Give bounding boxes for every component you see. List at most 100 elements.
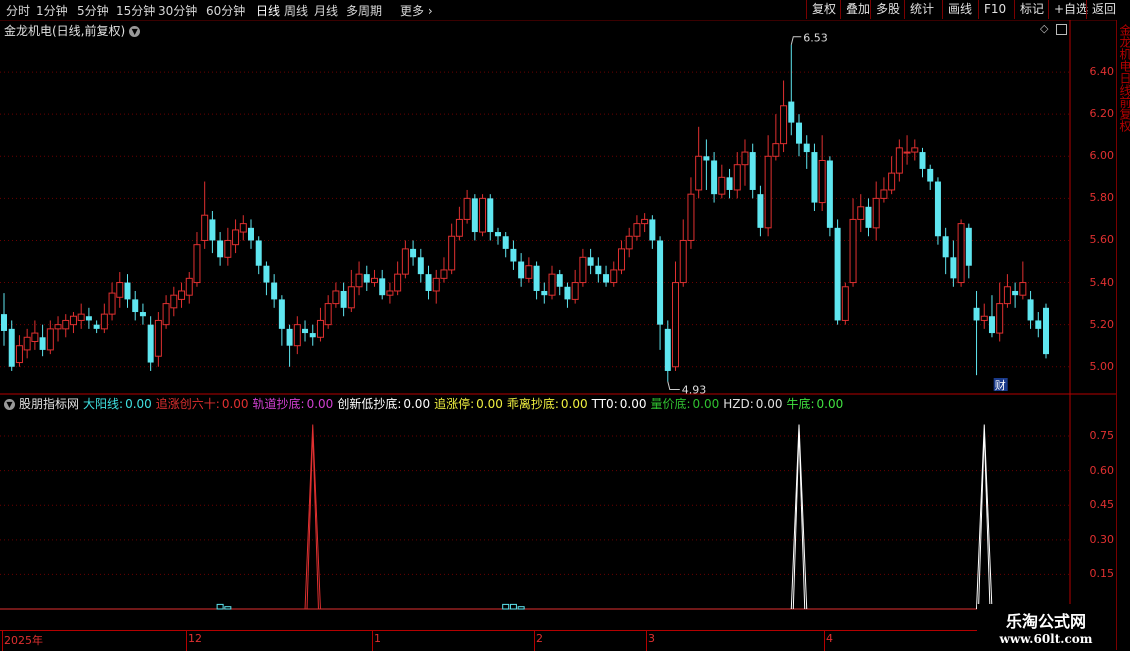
toolbar-button-3[interactable]: 统计 bbox=[904, 0, 939, 19]
timeframe-tab-4[interactable]: 30分钟 bbox=[158, 2, 197, 19]
candle bbox=[703, 139, 710, 190]
candle bbox=[69, 312, 77, 334]
timeframe-tab-10[interactable]: 更多 › bbox=[400, 2, 433, 19]
candle bbox=[826, 156, 833, 237]
candle bbox=[100, 303, 108, 334]
candle bbox=[564, 282, 571, 308]
candle bbox=[15, 335, 23, 367]
candle bbox=[139, 303, 146, 325]
timeframe-tab-5[interactable]: 60分钟 bbox=[206, 2, 245, 19]
candle bbox=[934, 177, 941, 245]
indicator-bar-mark bbox=[216, 603, 224, 610]
candle bbox=[224, 227, 232, 266]
candle bbox=[571, 269, 579, 304]
candle bbox=[788, 44, 795, 136]
candle bbox=[818, 135, 826, 211]
candle bbox=[872, 181, 880, 241]
candle bbox=[996, 282, 1004, 342]
timeframe-tab-7[interactable]: 周线 bbox=[284, 2, 308, 19]
candle bbox=[394, 261, 402, 296]
indicator-y-tick-label: 0.15 bbox=[1089, 567, 1115, 581]
y-tick-label: 5.80 bbox=[1089, 191, 1115, 205]
candle bbox=[410, 240, 417, 266]
timeframe-tab-9[interactable]: 多周期 bbox=[346, 2, 382, 19]
indicator-name: 股朋指标网 bbox=[19, 397, 80, 411]
candles bbox=[1, 44, 1049, 382]
candle bbox=[988, 295, 995, 338]
date-label: 1 bbox=[374, 632, 381, 645]
indicator-y-tick-label: 0.45 bbox=[1089, 498, 1115, 512]
indicator-item-6: TT0: 0.00 bbox=[592, 397, 647, 411]
candle bbox=[255, 236, 262, 275]
candle bbox=[278, 295, 285, 346]
price-annotations: 6.534.93 财 bbox=[667, 32, 1008, 396]
y-tick-label: 6.20 bbox=[1089, 107, 1115, 121]
candle bbox=[942, 227, 949, 275]
timeframe-tab-3[interactable]: 15分钟 bbox=[116, 2, 155, 19]
candle bbox=[603, 265, 610, 287]
indicator-bar-mark bbox=[517, 606, 525, 610]
candle bbox=[695, 126, 703, 199]
indicator-item-9: 牛底: 0.00 bbox=[786, 397, 843, 411]
indicator-item-value: 0.00 bbox=[125, 397, 152, 411]
candle bbox=[425, 265, 432, 300]
timeframe-tab-1[interactable]: 1分钟 bbox=[36, 2, 68, 19]
date-tick bbox=[534, 631, 535, 651]
high-marker bbox=[790, 36, 802, 45]
indicator-grid bbox=[0, 435, 1070, 575]
candle bbox=[154, 312, 162, 367]
watermark-line2: www.60lt.com bbox=[999, 632, 1093, 646]
candle bbox=[548, 265, 556, 300]
candle bbox=[733, 152, 741, 199]
candle bbox=[46, 320, 54, 355]
candle bbox=[1, 293, 7, 346]
indicator-item-label: 创新低抄底: bbox=[337, 397, 402, 411]
date-tick bbox=[824, 631, 825, 651]
indicator-peak bbox=[304, 424, 321, 610]
toolbar-button-8[interactable]: 返回 bbox=[1086, 0, 1121, 19]
y-tick-label: 5.60 bbox=[1089, 233, 1115, 247]
indicator-bar-mark bbox=[502, 603, 510, 610]
candle bbox=[849, 198, 857, 287]
timeframe-tab-8[interactable]: 月线 bbox=[314, 2, 338, 19]
candle bbox=[950, 240, 957, 287]
toolbar-button-5[interactable]: F10 bbox=[978, 0, 1011, 19]
toolbar-button-2[interactable]: 多股 bbox=[870, 0, 905, 19]
candle bbox=[263, 261, 270, 296]
indicator-item-label: 追涨停: bbox=[434, 397, 475, 411]
toolbar-button-6[interactable]: 标记 bbox=[1014, 0, 1049, 19]
candle bbox=[741, 139, 749, 186]
candle bbox=[679, 219, 687, 287]
watermark-line1: 乐淘公式网 bbox=[1005, 612, 1086, 631]
date-tick bbox=[186, 631, 187, 651]
candle bbox=[417, 248, 424, 283]
indicator-item-label: HZD: bbox=[723, 397, 754, 411]
candle bbox=[711, 152, 718, 203]
timeframe-tab-2[interactable]: 5分钟 bbox=[77, 2, 109, 19]
indicator-bar: ▼ 股朋指标网 大阳线: 0.00 追涨创六十: 0.00 轨道抄底: 0.00 创新低抄底: 0… bbox=[0, 395, 1070, 411]
y-tick-label: 5.40 bbox=[1089, 275, 1115, 289]
candle bbox=[502, 232, 509, 258]
candle bbox=[347, 269, 355, 313]
timeframe-tab-0[interactable]: 分时 bbox=[6, 2, 30, 19]
candle bbox=[170, 286, 178, 317]
candle bbox=[494, 227, 501, 245]
candle bbox=[8, 320, 15, 371]
toolbar-button-0[interactable]: 复权 bbox=[806, 0, 841, 19]
date-label: 3 bbox=[648, 632, 655, 645]
indicator-dropdown-icon[interactable]: ▼ bbox=[4, 399, 15, 410]
candle bbox=[525, 257, 533, 283]
candle bbox=[965, 223, 972, 279]
indicator-item-3: 创新低抄底: 0.00 bbox=[337, 397, 430, 411]
timeframe-tab-6[interactable]: 日线 bbox=[256, 2, 280, 19]
toolbar-button-4[interactable]: 画线 bbox=[942, 0, 977, 19]
candle bbox=[209, 211, 216, 254]
right-scrollbar[interactable]: 金龙机电日线前复权 bbox=[1116, 20, 1130, 650]
candle bbox=[124, 274, 131, 308]
chart-canvas[interactable]: 6.534.93 财 bbox=[0, 20, 1116, 650]
candle bbox=[355, 261, 363, 296]
indicator-y-tick-label: 0.75 bbox=[1089, 429, 1115, 443]
watermark: 乐淘公式网 www.60lt.com bbox=[977, 604, 1115, 650]
candle bbox=[811, 143, 818, 211]
candle bbox=[162, 295, 170, 329]
